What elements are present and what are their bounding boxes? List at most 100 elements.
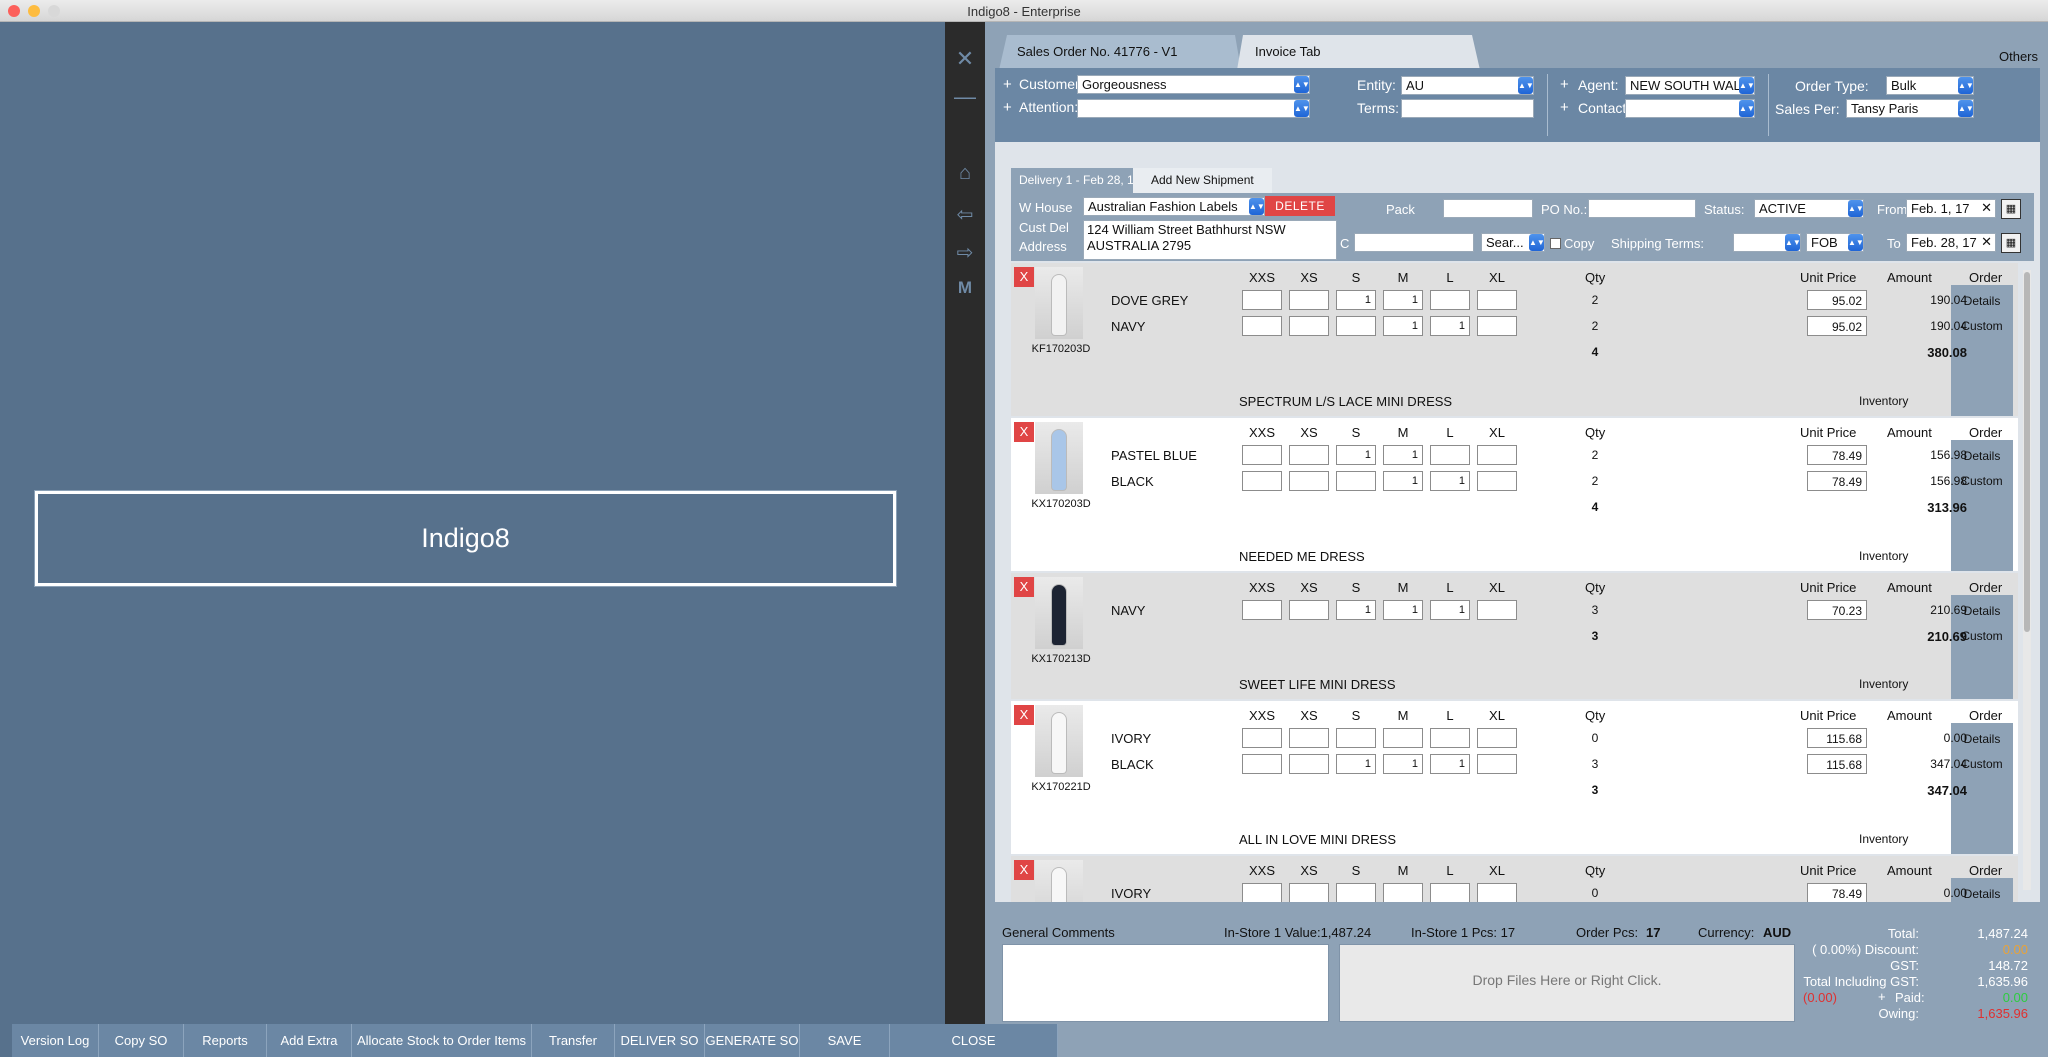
c-field[interactable] [1354, 233, 1474, 252]
size-qty-input[interactable] [1383, 883, 1423, 902]
inventory-link[interactable]: Inventory [1859, 394, 1908, 408]
size-qty-input[interactable] [1477, 600, 1517, 620]
unit-price-input[interactable]: 95.02 [1807, 290, 1867, 310]
button-version-log[interactable]: Version Log [12, 1024, 99, 1057]
scrollbar-thumb[interactable] [2024, 272, 2030, 632]
entity-select[interactable]: AU ▲▼ [1401, 76, 1534, 95]
unit-price-input[interactable]: 70.23 [1807, 600, 1867, 620]
size-qty-input[interactable]: 1 [1383, 445, 1423, 465]
button-transfer[interactable]: Transfer [532, 1024, 615, 1057]
size-qty-input[interactable] [1430, 290, 1470, 310]
unit-price-input[interactable]: 115.68 [1807, 754, 1867, 774]
button-allocate-stock-to-order-items[interactable]: Allocate Stock to Order Items [352, 1024, 532, 1057]
minimize-icon[interactable]: — [945, 84, 985, 110]
size-qty-input[interactable] [1430, 445, 1470, 465]
size-qty-input[interactable]: 1 [1430, 471, 1470, 491]
copy-checkbox[interactable] [1550, 238, 1561, 249]
calendar-icon[interactable]: ▦ [2001, 199, 2021, 219]
clear-icon[interactable]: ✕ [1981, 234, 1992, 250]
button-close[interactable]: CLOSE [890, 1024, 1058, 1057]
order-type-select[interactable]: Bulk ▲▼ [1886, 76, 1974, 95]
size-qty-input[interactable] [1242, 600, 1282, 620]
add-payment-icon[interactable]: + [1878, 989, 1886, 1004]
brand-button[interactable]: Indigo8 [35, 491, 896, 586]
attention-select[interactable]: ▲▼ [1077, 99, 1310, 118]
size-qty-input[interactable] [1477, 445, 1517, 465]
size-qty-input[interactable] [1336, 471, 1376, 491]
remove-item-button[interactable]: X [1014, 577, 1034, 597]
file-drop-zone[interactable]: Drop Files Here or Right Click. [1339, 944, 1795, 1022]
inventory-link[interactable]: Inventory [1859, 832, 1908, 846]
add-agent-icon[interactable]: + [1560, 76, 1569, 93]
size-qty-input[interactable] [1430, 728, 1470, 748]
from-date-field[interactable]: Feb. 1, 17 ✕ [1906, 199, 1996, 218]
size-qty-input[interactable] [1289, 754, 1329, 774]
status-select[interactable]: ACTIVE ▲▼ [1754, 199, 1864, 218]
size-qty-input[interactable] [1242, 471, 1282, 491]
size-qty-input[interactable] [1477, 471, 1517, 491]
size-qty-input[interactable]: 1 [1336, 600, 1376, 620]
size-qty-input[interactable] [1477, 290, 1517, 310]
size-qty-input[interactable] [1289, 471, 1329, 491]
add-customer-icon[interactable]: + [1003, 76, 1012, 93]
size-qty-input[interactable] [1289, 600, 1329, 620]
details-button[interactable]: Details [1951, 887, 2013, 901]
add-contact-icon[interactable]: + [1560, 99, 1569, 116]
forward-arrow-icon[interactable]: ⇨ [945, 240, 985, 265]
general-comments-input[interactable] [1002, 944, 1329, 1022]
warehouse-select[interactable]: Australian Fashion Labels ▲▼ [1083, 197, 1265, 216]
tab-invoice[interactable]: Invoice Tab [1237, 35, 1473, 68]
details-button[interactable]: Details [1951, 604, 2013, 618]
unit-price-input[interactable]: 78.49 [1807, 883, 1867, 902]
details-button[interactable]: Details [1951, 294, 2013, 308]
custom-button[interactable]: Custom [1951, 757, 2013, 771]
others-link[interactable]: Others [1999, 49, 2038, 64]
tab-delivery-1[interactable]: Delivery 1 - Feb 28, 17 [1011, 168, 1149, 193]
size-qty-input[interactable] [1242, 754, 1282, 774]
home-icon[interactable]: ⌂ [945, 162, 985, 185]
sales-per-select[interactable]: Tansy Paris ▲▼ [1846, 99, 1974, 118]
pack-field[interactable] [1443, 199, 1533, 218]
back-arrow-icon[interactable]: ⇦ [945, 202, 985, 227]
remove-item-button[interactable]: X [1014, 860, 1034, 880]
size-qty-input[interactable] [1336, 728, 1376, 748]
size-qty-input[interactable]: 1 [1336, 754, 1376, 774]
remove-item-button[interactable]: X [1014, 705, 1034, 725]
size-qty-input[interactable]: 1 [1383, 290, 1423, 310]
close-icon[interactable]: ✕ [945, 46, 985, 72]
button-save[interactable]: SAVE [800, 1024, 890, 1057]
button-reports[interactable]: Reports [184, 1024, 267, 1057]
size-qty-input[interactable] [1242, 316, 1282, 336]
size-qty-input[interactable] [1477, 728, 1517, 748]
details-button[interactable]: Details [1951, 449, 2013, 463]
add-attention-icon[interactable]: + [1003, 99, 1012, 116]
clear-icon[interactable]: ✕ [1981, 200, 1992, 216]
size-qty-input[interactable]: 1 [1430, 600, 1470, 620]
size-qty-input[interactable] [1242, 445, 1282, 465]
size-qty-input[interactable] [1289, 445, 1329, 465]
po-number-field[interactable] [1588, 199, 1696, 218]
size-qty-input[interactable] [1477, 883, 1517, 902]
size-qty-input[interactable]: 1 [1336, 290, 1376, 310]
size-qty-input[interactable]: 1 [1383, 754, 1423, 774]
size-qty-input[interactable]: 1 [1336, 445, 1376, 465]
size-qty-input[interactable]: 1 [1383, 600, 1423, 620]
size-qty-input[interactable] [1242, 290, 1282, 310]
size-qty-input[interactable] [1289, 728, 1329, 748]
remove-item-button[interactable]: X [1014, 267, 1034, 287]
unit-price-input[interactable]: 78.49 [1807, 471, 1867, 491]
contact-select[interactable]: ▲▼ [1625, 99, 1755, 118]
size-qty-input[interactable] [1336, 316, 1376, 336]
m-icon[interactable]: M [945, 278, 985, 298]
delivery-address-field[interactable]: 124 William Street Bathhurst NSW AUSTRAL… [1083, 220, 1337, 260]
size-qty-input[interactable] [1289, 316, 1329, 336]
size-qty-input[interactable] [1336, 883, 1376, 902]
button-add-extra[interactable]: Add Extra [267, 1024, 352, 1057]
calendar-icon[interactable]: ▦ [2001, 233, 2021, 253]
unit-price-input[interactable]: 78.49 [1807, 445, 1867, 465]
custom-button[interactable]: Custom [1951, 474, 2013, 488]
size-qty-input[interactable] [1242, 883, 1282, 902]
inventory-link[interactable]: Inventory [1859, 549, 1908, 563]
inventory-link[interactable]: Inventory [1859, 677, 1908, 691]
terms-field[interactable] [1401, 99, 1534, 118]
